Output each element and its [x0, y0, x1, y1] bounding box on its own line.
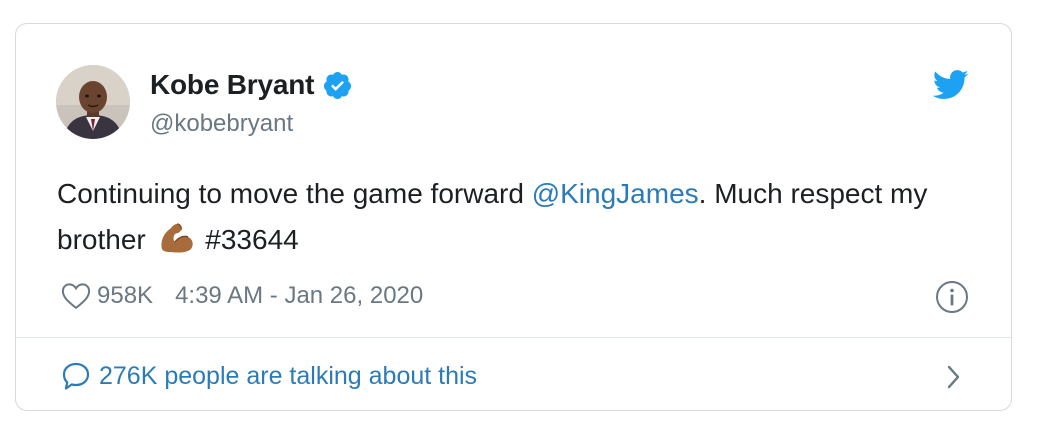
footer-divider — [16, 337, 1011, 338]
flexed-biceps-emoji-icon — [156, 221, 196, 255]
tweet-meta: 958K 4:39 AM - Jan 26, 2020 — [61, 279, 423, 313]
author-handle[interactable]: @kobebryant — [150, 110, 353, 138]
avatar[interactable] — [56, 65, 130, 139]
tweet-text: Continuing to move the game forward @Kin… — [57, 171, 957, 263]
tweet-card[interactable]: Kobe Bryant @kobebryant Continuing to mo… — [15, 23, 1012, 411]
mention-link[interactable]: @KingJames — [532, 178, 699, 209]
hashtag-link[interactable]: #33644 — [205, 224, 298, 255]
info-icon[interactable] — [935, 280, 969, 314]
author-display-name[interactable]: Kobe Bryant — [150, 69, 314, 101]
chat-bubble-icon — [61, 361, 91, 391]
conversation-label[interactable]: 276K people are talking about this — [99, 362, 477, 391]
verified-badge-icon — [322, 70, 353, 101]
twitter-bird-icon[interactable] — [932, 70, 969, 100]
like-count[interactable]: 958K — [97, 282, 153, 310]
tweet-timestamp[interactable]: 4:39 AM - Jan 26, 2020 — [175, 282, 423, 310]
tweet-text-part1: Continuing to move the game forward — [57, 178, 532, 209]
chevron-right-icon[interactable] — [945, 363, 963, 391]
conversation-link[interactable]: 276K people are talking about this — [61, 356, 477, 396]
heart-icon[interactable] — [61, 282, 91, 310]
tweet-header: Kobe Bryant @kobebryant — [56, 64, 353, 140]
